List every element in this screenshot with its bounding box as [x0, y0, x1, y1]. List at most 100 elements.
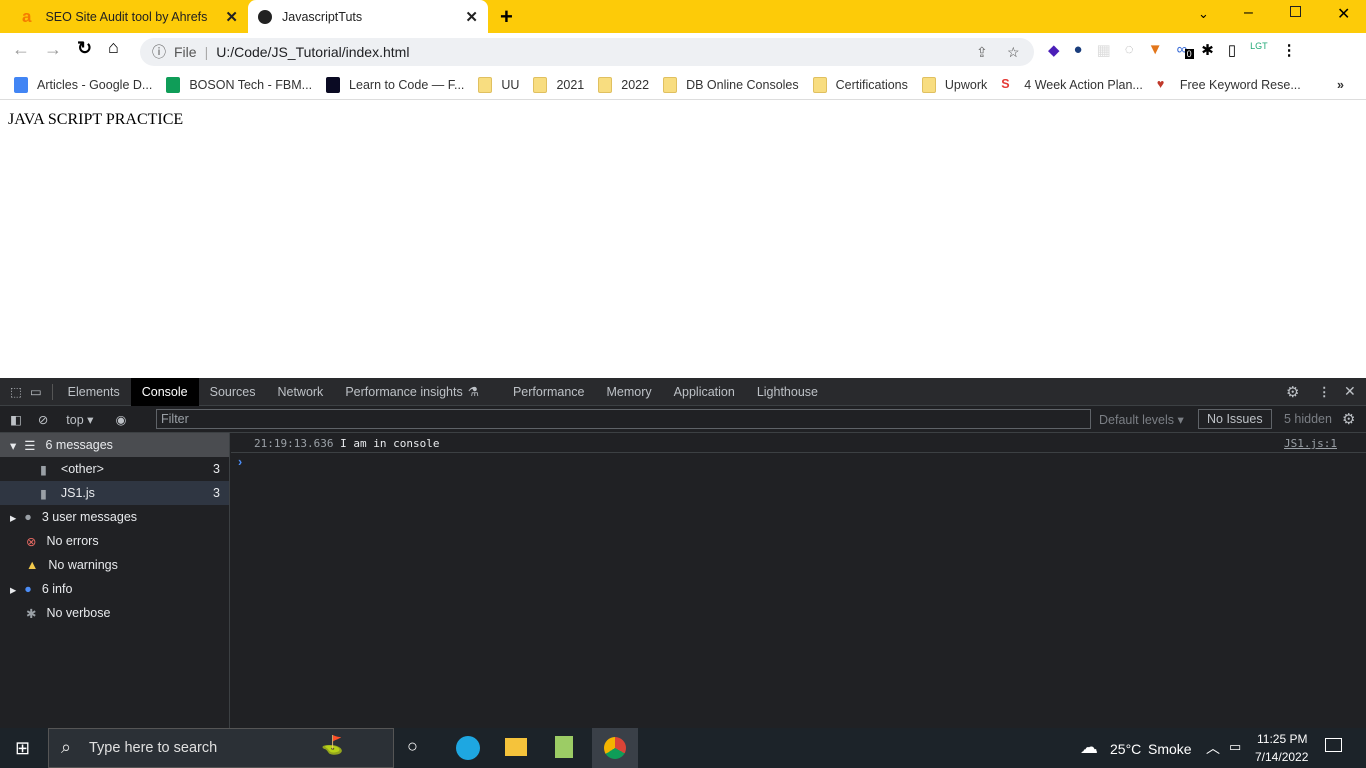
bookmark-folder-db[interactable]: DB Online Consoles — [663, 76, 799, 93]
bookmark-folder-certifications[interactable]: Certifications — [812, 76, 908, 93]
back-button[interactable]: ← — [12, 39, 30, 60]
sidebar-item-warnings[interactable]: ▲ No warnings — [0, 553, 229, 577]
puzzle-icon[interactable]: ✱ — [1201, 41, 1214, 59]
weather-text[interactable]: Smoke — [1148, 741, 1192, 757]
edge-icon[interactable] — [456, 736, 480, 760]
bookmark-articles[interactable]: Articles - Google D... — [14, 76, 152, 93]
clock-time[interactable]: 11:25 PM — [1257, 732, 1307, 746]
bookmark-label: UU — [501, 77, 520, 92]
info-icon: ⓘ — [152, 44, 166, 60]
link-extension-icon[interactable]: ∞ 0 — [1177, 41, 1194, 59]
extension-icon[interactable]: ▦ — [1097, 41, 1111, 59]
settings-gear-icon[interactable]: ⚙ — [1286, 383, 1299, 401]
close-window-button[interactable]: ✕ — [1337, 4, 1350, 24]
bookmark-action-plan[interactable]: S 4 Week Action Plan... — [1001, 77, 1143, 93]
reload-button[interactable]: ↻ — [77, 38, 92, 59]
live-expression-eye-icon[interactable]: ◉ — [115, 412, 126, 427]
extension-icon[interactable]: LGT — [1250, 41, 1268, 59]
tab-elements[interactable]: Elements — [57, 378, 131, 406]
weather-icon[interactable]: ☁ — [1080, 737, 1098, 758]
tab-console[interactable]: Console — [130, 377, 199, 406]
bookmark-folder-2022[interactable]: 2022 — [598, 76, 649, 93]
extension-icon[interactable]: ◆ — [1048, 41, 1060, 59]
sidebar-item-user-messages[interactable]: ▸ ● 3 user messages — [0, 505, 229, 529]
more-options-icon[interactable]: ⋮ — [1318, 384, 1331, 399]
close-icon[interactable]: ✕ — [465, 8, 478, 26]
folder-icon — [812, 76, 827, 93]
device-toggle-icon[interactable]: ▭ — [30, 384, 42, 399]
search-highlight-golf-icon: ⛳ — [321, 735, 344, 755]
windows-start-icon[interactable]: ⊞ — [15, 738, 30, 759]
notifications-icon[interactable] — [1325, 738, 1342, 752]
notepad-icon[interactable] — [555, 736, 573, 758]
console-toolbar: ◧ ⊘ top ▾ ◉ Filter Default levels ▾ No I… — [0, 406, 1366, 433]
more-bookmarks-icon[interactable]: » — [1337, 78, 1344, 92]
home-button[interactable]: ⌂ — [108, 37, 119, 58]
bookmark-star-icon[interactable]: ☆ — [1007, 44, 1020, 61]
file-icon: ▮ — [40, 486, 47, 501]
weather-temp[interactable]: 25°C — [1110, 741, 1141, 757]
tab-network[interactable]: Network — [266, 378, 334, 406]
tab-application[interactable]: Application — [663, 378, 746, 406]
tab-search-icon[interactable]: ⌄ — [1198, 6, 1209, 22]
sidebar-toggle-icon[interactable]: ◧ — [10, 412, 22, 427]
inspect-icon[interactable]: ⬚ — [10, 384, 22, 399]
sidebar-item-verbose[interactable]: ✱ No verbose — [0, 601, 229, 625]
tab-label: Performance insights — [345, 384, 463, 399]
freecodecamp-icon — [326, 76, 341, 93]
bookmark-folder-uu[interactable]: UU — [478, 76, 520, 93]
clock-date[interactable]: 7/14/2022 — [1255, 750, 1308, 764]
issues-button[interactable]: No Issues — [1198, 409, 1272, 429]
taskbar-search[interactable]: ⌕ Type here to search ⛳ — [48, 728, 394, 768]
levels-label: Default levels — [1099, 412, 1175, 427]
new-tab-button[interactable]: + — [500, 4, 513, 30]
side-panel-icon[interactable]: ▯ — [1228, 41, 1236, 59]
share-icon[interactable]: ⇪ — [976, 44, 988, 61]
forward-button[interactable]: → — [44, 39, 62, 60]
extension-icon[interactable]: ◌ — [1125, 41, 1134, 59]
metamask-icon[interactable]: ▼ — [1148, 41, 1163, 59]
sidebar-item-messages[interactable]: ▾ ☰ 6 messages — [0, 433, 229, 457]
bookmark-folder-upwork[interactable]: Upwork — [921, 76, 987, 93]
context-selector[interactable]: top ▾ — [66, 412, 93, 427]
log-levels-dropdown[interactable]: Default levels ▾ — [1099, 412, 1184, 427]
experiment-flask-icon: ⚗ — [467, 385, 479, 399]
tab-javascripttuts[interactable]: JavascriptTuts ✕ — [248, 0, 488, 33]
sidebar-item-info[interactable]: ▸ ● 6 info — [0, 577, 229, 601]
bookmark-freecodecamp[interactable]: Learn to Code — F... — [326, 76, 464, 93]
tab-performance-insights[interactable]: Performance insights ⚗ — [334, 378, 502, 406]
file-explorer-icon[interactable] — [505, 738, 527, 756]
restore-button[interactable] — [1290, 6, 1301, 17]
tab-ahrefs[interactable]: a SEO Site Audit tool by Ahrefs ✕ — [12, 0, 248, 33]
close-icon[interactable]: ✕ — [225, 8, 238, 26]
bookmark-folder-2021[interactable]: 2021 — [533, 76, 584, 93]
console-prompt[interactable]: › — [231, 453, 1366, 469]
address-bar[interactable]: ⓘ File | U:/Code/JS_Tutorial/index.html … — [140, 38, 1034, 66]
battery-icon[interactable]: ▭ — [1229, 739, 1241, 755]
console-settings-icon[interactable]: ⚙ — [1342, 410, 1355, 428]
bookmark-boson[interactable]: BOSON Tech - FBM... — [166, 76, 313, 93]
close-devtools-icon[interactable]: ✕ — [1344, 383, 1356, 400]
filter-input[interactable]: Filter — [156, 409, 1091, 429]
cortana-icon[interactable]: ○ — [407, 736, 418, 757]
message-source-link[interactable]: JS1.js:1 — [1284, 437, 1337, 450]
minimize-button[interactable]: – — [1244, 4, 1253, 22]
bookmark-keyword[interactable]: ♥ Free Keyword Rese... — [1157, 77, 1301, 93]
tab-sources[interactable]: Sources — [199, 378, 267, 406]
sidebar-item-errors[interactable]: ⊗ No errors — [0, 529, 229, 553]
tab-performance[interactable]: Performance — [502, 378, 596, 406]
tab-lighthouse[interactable]: Lighthouse — [746, 378, 829, 406]
extensions-area: ◆ ● ▦ ◌ ▼ ∞ 0 ✱ ▯ LGT ⋮ — [1048, 41, 1297, 59]
tab-memory[interactable]: Memory — [596, 378, 663, 406]
show-hidden-icons-chevron[interactable]: ︿ — [1206, 738, 1220, 758]
bookmark-label: BOSON Tech - FBM... — [189, 77, 313, 92]
item-count: 3 — [213, 486, 220, 500]
chrome-icon[interactable] — [592, 728, 638, 768]
extension-icon[interactable]: ● — [1074, 41, 1083, 59]
sidebar-item-other[interactable]: ▮ <other> 3 — [0, 457, 229, 481]
bug-icon: ✱ — [26, 606, 37, 621]
sidebar-item-js1[interactable]: ▮ JS1.js 3 — [0, 481, 229, 505]
clear-console-icon[interactable]: ⊘ — [38, 412, 48, 427]
menu-icon[interactable]: ⋮ — [1282, 41, 1297, 59]
divider: | — [204, 44, 209, 60]
